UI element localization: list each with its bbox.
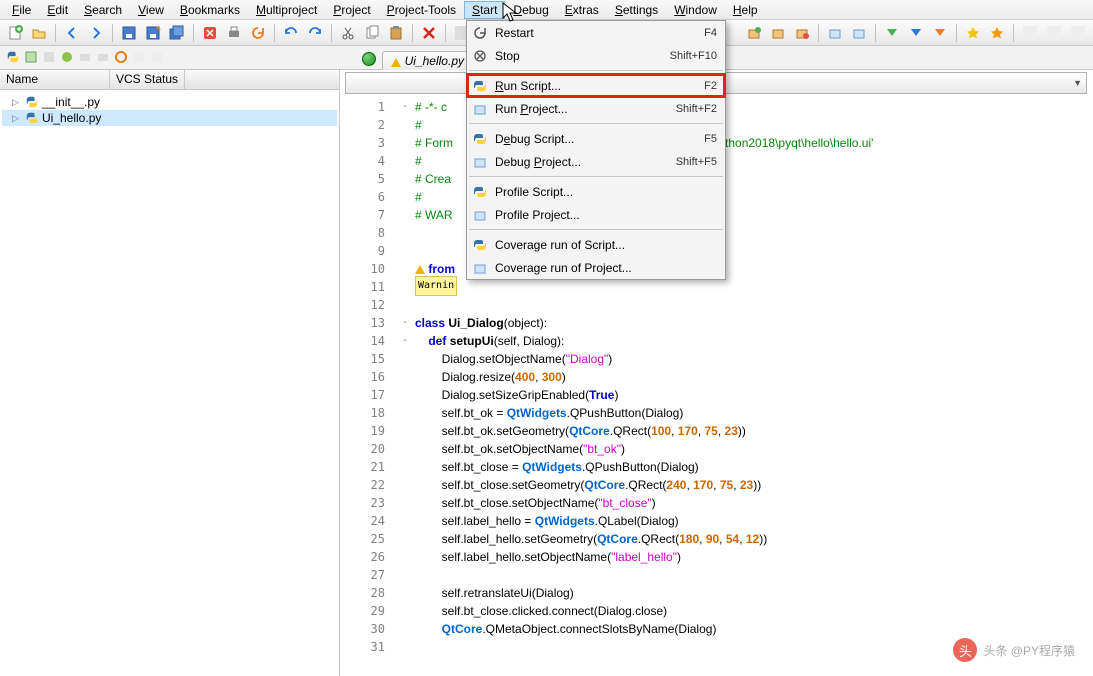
star2-button[interactable] [986, 22, 1008, 44]
tabbar-icon-c[interactable] [60, 50, 74, 67]
menu-window[interactable]: Window [666, 1, 725, 19]
print-button[interactable] [223, 22, 245, 44]
project-sidebar: Name VCS Status ▷__init__.py▷Ui_hello.py [0, 70, 340, 676]
menu-settings[interactable]: Settings [607, 1, 666, 19]
close-button[interactable] [199, 22, 221, 44]
menu-extras[interactable]: Extras [557, 1, 607, 19]
tabbar-icon-b[interactable] [42, 50, 56, 67]
warning-icon [415, 265, 425, 274]
py-cov-icon [471, 238, 489, 252]
menu-project[interactable]: Project [325, 1, 378, 19]
proj-c-button[interactable] [791, 22, 813, 44]
check-button[interactable] [881, 22, 903, 44]
forward-button[interactable] [85, 22, 107, 44]
new-file-button[interactable] [4, 22, 26, 44]
file-tree-item[interactable]: ▷Ui_hello.py [2, 110, 337, 126]
tabbar-icon-h[interactable] [150, 50, 164, 67]
proj-e-button[interactable] [848, 22, 870, 44]
proj-b-button[interactable] [767, 22, 789, 44]
menu-item-run-project[interactable]: Run Project...Shift+F2 [467, 97, 725, 120]
copy-button[interactable] [361, 22, 383, 44]
star-button[interactable] [962, 22, 984, 44]
menu-multiproject[interactable]: Multiproject [248, 1, 325, 19]
tool-z-button[interactable] [1067, 22, 1089, 44]
line-gutter: 1234567891011121314151617181920212223242… [340, 70, 395, 676]
save-as-button[interactable] [142, 22, 164, 44]
column-name[interactable]: Name [0, 70, 110, 89]
menu-bar: FileEditSearchViewBookmarksMultiprojectP… [0, 0, 1093, 20]
tabbar-icon-e[interactable] [96, 50, 110, 67]
proj-run-icon [471, 102, 489, 116]
chevron-down-icon: ▼ [1073, 78, 1082, 88]
menu-item-coverage-run-of-project[interactable]: Coverage run of Project... [467, 256, 725, 279]
save-button[interactable] [118, 22, 140, 44]
back-button[interactable] [61, 22, 83, 44]
start-menu-dropdown: RestartF4StopShift+F10 Run Script...F2Run… [466, 20, 726, 280]
tabbar-icon-a[interactable] [24, 50, 38, 67]
tabbar-icon-d[interactable] [78, 50, 92, 67]
menu-search[interactable]: Search [76, 1, 130, 19]
proj-d-button[interactable] [824, 22, 846, 44]
warning-icon [391, 58, 401, 67]
undo-button[interactable] [280, 22, 302, 44]
paste-button[interactable] [385, 22, 407, 44]
proj-dbg-icon [471, 155, 489, 169]
save-all-button[interactable] [166, 22, 188, 44]
fold-column[interactable]: --- [395, 70, 415, 676]
proj-prof-icon [471, 208, 489, 222]
py-prof-icon [471, 185, 489, 199]
proj-a-button[interactable] [743, 22, 765, 44]
file-tree-item[interactable]: ▷__init__.py [2, 94, 337, 110]
menu-item-profile-script[interactable]: Profile Script... [467, 180, 725, 203]
menu-file[interactable]: File [4, 1, 39, 19]
delete-button[interactable] [418, 22, 440, 44]
menu-item-run-script[interactable]: Run Script...F2 [467, 74, 725, 97]
menu-item-stop[interactable]: StopShift+F10 [467, 44, 725, 67]
menu-item-debug-project[interactable]: Debug Project...Shift+F5 [467, 150, 725, 173]
menu-item-coverage-run-of-script[interactable]: Coverage run of Script... [467, 233, 725, 256]
cut-button[interactable] [337, 22, 359, 44]
proj-cov-icon [471, 261, 489, 275]
menu-edit[interactable]: Edit [39, 1, 76, 19]
redo-button[interactable] [304, 22, 326, 44]
tool-y-button[interactable] [1043, 22, 1065, 44]
watermark-icon: 头 [953, 638, 977, 662]
run-indicator-icon [362, 52, 376, 66]
menu-item-profile-project[interactable]: Profile Project... [467, 203, 725, 226]
menu-view[interactable]: View [130, 1, 172, 19]
py-run-icon [471, 79, 489, 93]
check3-button[interactable] [929, 22, 951, 44]
tool-x-button[interactable] [1019, 22, 1041, 44]
menu-item-debug-script[interactable]: Debug Script...F5 [467, 127, 725, 150]
menu-start[interactable]: Start [464, 1, 505, 19]
stop-icon [471, 50, 489, 62]
refresh-button[interactable] [247, 22, 269, 44]
sidebar-header: Name VCS Status [0, 70, 339, 90]
mouse-cursor-icon [502, 2, 518, 24]
py-dbg-icon [471, 132, 489, 146]
tabbar-icon-f[interactable] [114, 50, 128, 67]
open-button[interactable] [28, 22, 50, 44]
editor-tab[interactable]: Ui_hello.py [382, 51, 473, 70]
python-icon [6, 50, 20, 67]
menu-project-tools[interactable]: Project-Tools [379, 1, 464, 19]
column-vcs[interactable]: VCS Status [110, 70, 185, 89]
file-tree[interactable]: ▷__init__.py▷Ui_hello.py [0, 90, 339, 130]
menu-help[interactable]: Help [725, 1, 766, 19]
check2-button[interactable] [905, 22, 927, 44]
restart-icon [471, 27, 489, 39]
menu-bookmarks[interactable]: Bookmarks [172, 1, 248, 19]
menu-item-restart[interactable]: RestartF4 [467, 21, 725, 44]
tab-filename: Ui_hello.py [405, 54, 464, 68]
watermark-text: 头条 @PY程序猿 [983, 642, 1075, 659]
tabbar-icon-g[interactable] [132, 50, 146, 67]
watermark: 头 头条 @PY程序猿 [953, 638, 1075, 662]
